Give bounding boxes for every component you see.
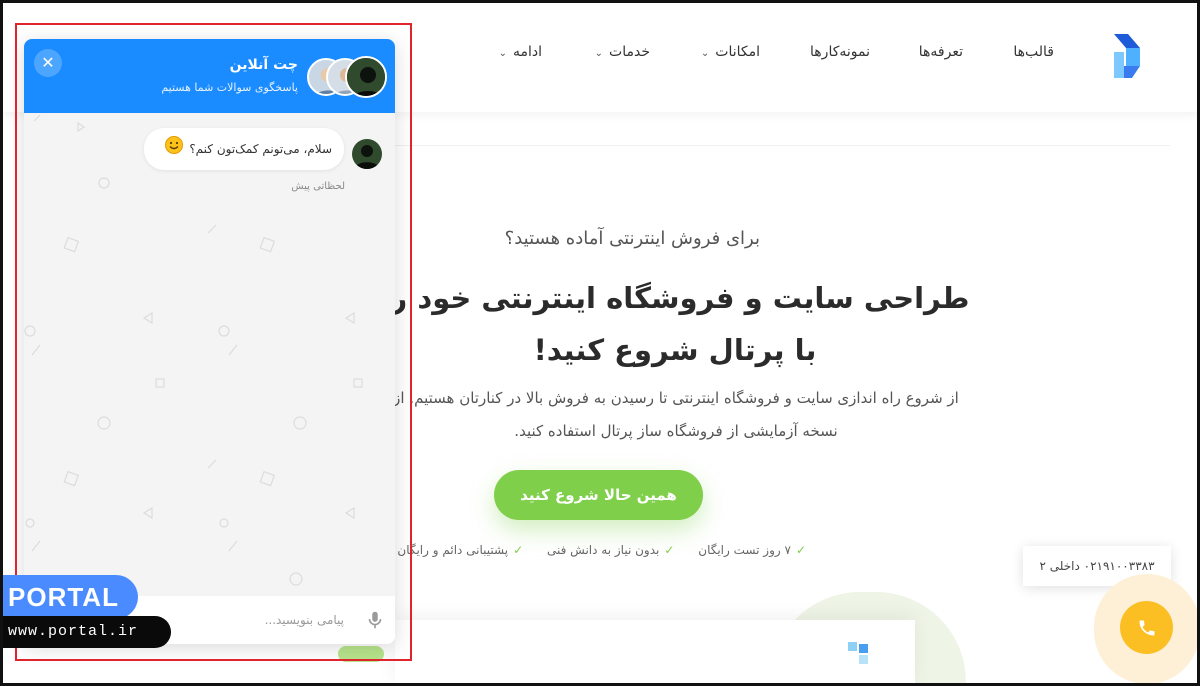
close-icon: ✕ <box>41 53 55 72</box>
message-timestamp: لحظاتی پیش <box>291 181 345 192</box>
microphone-icon[interactable] <box>364 609 386 631</box>
chevron-down-icon: ⌄ <box>498 48 507 59</box>
feature-item: ✓۷ روز تست رایگان <box>698 543 806 557</box>
agent-avatar <box>352 139 382 169</box>
feature-item: ✓بدون نیاز به دانش فنی <box>546 543 675 557</box>
watermark-url: www.portal.ir <box>0 616 171 648</box>
chat-message-bubble: سلام، می‌تونم کمک‌تون کنم؟ <box>144 128 344 170</box>
preview-logo-icon <box>848 642 868 664</box>
watermark-brand: PORTAL <box>0 575 138 619</box>
call-button[interactable] <box>1120 601 1173 654</box>
chat-widget: چت آنلاین پاسخگوی سوالات شما هستیم ✕ سلا… <box>24 39 395 644</box>
hero-description: از شروع راه اندازی سایت و فروشگاه اینترن… <box>393 389 959 440</box>
nav-item-features[interactable]: امکانات⌄ <box>701 44 760 60</box>
chevron-down-icon: ⌄ <box>594 48 604 59</box>
chat-subtitle: پاسخگوی سوالات شما هستیم <box>161 81 298 94</box>
feature-list: ✓۷ روز تست رایگان ✓بدون نیاز به دانش فنی… <box>380 543 806 565</box>
check-icon: ✓ <box>513 543 524 557</box>
nav-item-templates[interactable]: قالب‌ها <box>1013 44 1054 60</box>
nav-item-more[interactable]: ادامه⌄ <box>499 44 542 60</box>
chat-messages: سلام، می‌تونم کمک‌تون کنم؟ لحظاتی پیش <box>24 113 395 596</box>
avatar <box>345 56 387 98</box>
preview-card <box>395 620 915 686</box>
divider <box>380 145 1170 146</box>
nav-item-pricing[interactable]: تعرفه‌ها <box>919 44 963 60</box>
close-chat-button[interactable]: ✕ <box>34 49 62 77</box>
hero-title: طراحی سایت و فروشگاه اینترنتی خود را با … <box>380 281 970 367</box>
chat-title: چت آنلاین <box>229 57 298 73</box>
nav-item-services[interactable]: خدمات⌄ <box>595 44 650 60</box>
chevron-down-icon: ⌄ <box>700 48 710 59</box>
hero-subtitle: برای فروش اینترنتی آماده هستید؟ <box>504 228 760 249</box>
nav-item-portfolio[interactable]: نمونه‌کارها <box>810 44 870 60</box>
feature-item: ✓پشتیبانی دائم و رایگان <box>397 543 524 557</box>
smile-emoji-icon <box>165 129 184 171</box>
phone-icon <box>1139 620 1154 635</box>
chat-header: چت آنلاین پاسخگوی سوالات شما هستیم ✕ <box>24 39 395 113</box>
chat-launcher-tab[interactable] <box>338 646 384 662</box>
check-icon: ✓ <box>664 543 675 557</box>
start-now-button[interactable]: همین حالا شروع کنید <box>494 470 703 520</box>
check-icon: ✓ <box>795 543 806 557</box>
